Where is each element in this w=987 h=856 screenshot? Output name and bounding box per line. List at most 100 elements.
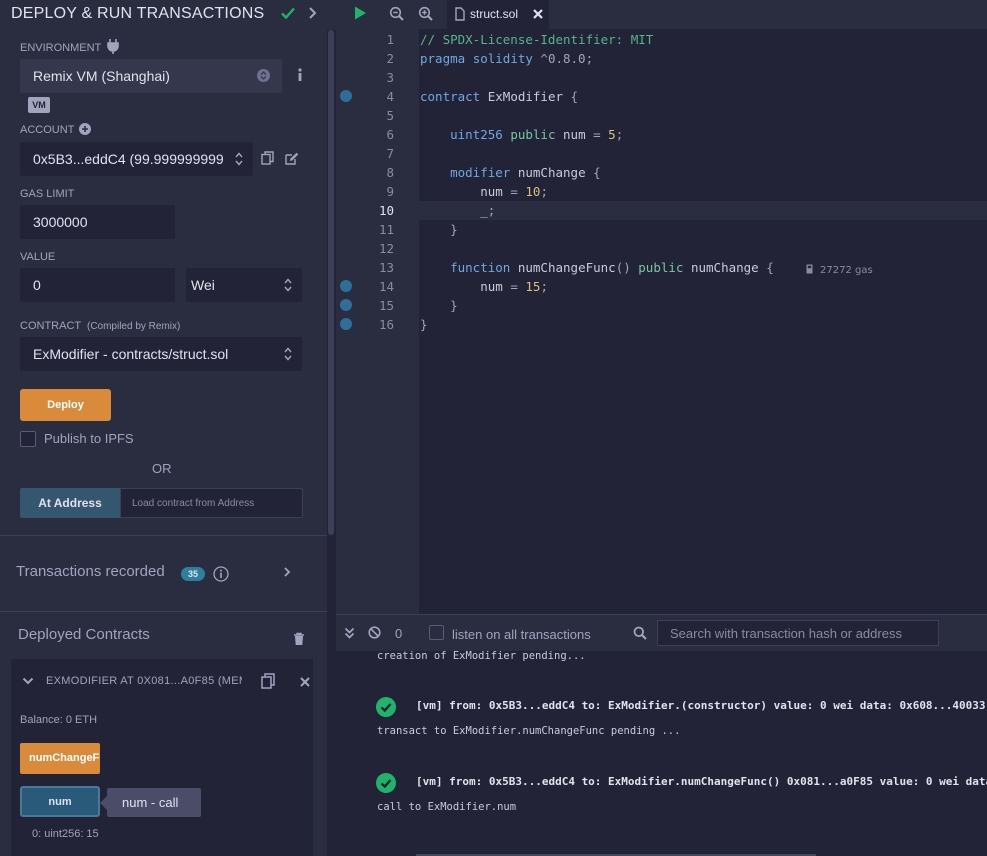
code-line[interactable]: 12	[336, 239, 987, 258]
code-line[interactable]: 6 uint256 public num = 5;	[336, 125, 987, 144]
clear-ban-icon[interactable]	[368, 626, 381, 639]
code-line[interactable]: 16}	[336, 315, 987, 334]
plus-circle-icon[interactable]	[79, 123, 91, 135]
gas-limit-label: GAS LIMIT	[20, 188, 75, 200]
divider	[0, 535, 327, 536]
value-label: VALUE	[20, 251, 56, 263]
transactions-recorded-label[interactable]: Transactions recorded	[16, 563, 165, 580]
environment-select[interactable]: Remix VM (Shanghai)	[20, 59, 282, 93]
terminal-tx-row[interactable]: [vm] from: 0x5B3...eddC4 to: ExModifier.…	[416, 775, 987, 788]
contract-select[interactable]: ExModifier - contracts/struct.sol	[20, 337, 302, 371]
chevron-right-icon[interactable]	[305, 6, 319, 20]
numchangefunc-button[interactable]: numChangeFunc	[20, 743, 100, 774]
line-number: 16	[378, 317, 394, 332]
line-number: 4	[386, 89, 394, 104]
code-text: uint256 public num = 5;	[450, 127, 624, 142]
or-separator: OR	[152, 461, 172, 476]
code-text: }	[420, 317, 428, 332]
line-number: 12	[378, 241, 394, 256]
info-circle-icon[interactable]	[213, 566, 229, 582]
close-icon[interactable]	[532, 8, 544, 20]
copy-icon[interactable]	[261, 673, 275, 689]
tx-summary: [vm] from: 0x5B3...eddC4 to: ExModifier.…	[416, 775, 987, 788]
code-line[interactable]: 5	[336, 106, 987, 125]
line-number: 5	[386, 108, 394, 123]
plug-icon	[107, 39, 119, 54]
line-number: 13	[378, 260, 394, 275]
at-address-button[interactable]: At Address	[20, 488, 120, 518]
code-text: }	[420, 222, 458, 237]
code-line[interactable]: 7	[336, 144, 987, 163]
value-input[interactable]: 0	[20, 268, 175, 302]
line-number: 10	[378, 203, 394, 218]
line-number: 11	[378, 222, 394, 237]
publish-ipfs-checkbox[interactable]	[20, 431, 36, 447]
code-line[interactable]: 11 }	[336, 220, 987, 239]
line-number: 8	[386, 165, 394, 180]
code-text: num = 15;	[480, 279, 548, 294]
info-icon[interactable]	[296, 67, 304, 83]
panel-header: DEPLOY & RUN TRANSACTIONS	[0, 0, 336, 30]
terminal-tx-row-partial	[416, 849, 987, 856]
code-line[interactable]: 9 num = 10;	[336, 182, 987, 201]
terminal-log-line: creation of ExModifier pending...	[377, 650, 586, 662]
line-number: 14	[378, 279, 394, 294]
terminal-search-input[interactable]: Search with transaction hash or address	[657, 620, 939, 646]
scrollbar-thumb[interactable]	[328, 30, 334, 535]
code-line[interactable]: 2 pragma solidity ^0.8.0;	[336, 49, 987, 68]
account-select[interactable]: 0x5B3...eddC4 (99.999999999	[20, 142, 253, 176]
terminal-panel: 0 listen on all transactions Search with…	[336, 614, 987, 856]
code-text: }	[420, 298, 458, 313]
code-editor[interactable]: 1 // SPDX-License-Identifier: MIT 2 pragma …	[336, 29, 987, 614]
select-arrows-icon	[235, 152, 243, 166]
deploy-button[interactable]: Deploy	[20, 389, 111, 421]
chevrons-down-icon[interactable]	[344, 627, 355, 639]
code-line[interactable]: 3	[336, 68, 987, 87]
zoom-out-icon[interactable]	[389, 6, 405, 22]
copy-icon[interactable]	[261, 151, 274, 165]
load-address-input[interactable]: Load contract from Address	[120, 488, 303, 518]
code-text: contract ExModifier {	[420, 89, 579, 104]
code-line[interactable]: 1 // SPDX-License-Identifier: MIT	[336, 30, 987, 49]
terminal-log-line: transact to ExModifier.numChangeFunc pen…	[377, 725, 681, 737]
code-line[interactable]: 10 _;	[336, 201, 987, 220]
vm-badge: VM	[28, 97, 50, 113]
close-icon[interactable]	[300, 677, 310, 687]
deployed-contract-instance: EXMODIFIER AT 0X081...A0F85 (MEM Balance…	[11, 659, 313, 856]
zoom-in-icon[interactable]	[418, 6, 434, 22]
environment-label: ENVIRONMENT	[20, 42, 102, 54]
line-number: 15	[378, 298, 394, 313]
chevron-right-icon[interactable]	[282, 566, 292, 578]
code-line[interactable]: 8 modifier numChange {	[336, 163, 987, 182]
code-line[interactable]: 14 num = 15;	[336, 277, 987, 296]
num-call-tooltip: num - call	[107, 788, 201, 817]
num-call-button[interactable]: num	[20, 786, 100, 817]
terminal-tx-row[interactable]: [vm] from: 0x5B3...eddC4 to: ExModifier.…	[416, 699, 987, 712]
listen-all-checkbox[interactable]	[429, 625, 444, 640]
tab-label: struct.sol	[470, 7, 519, 21]
code-line[interactable]: 13 function numChangeFunc() public numCh…	[336, 258, 987, 277]
account-label: ACCOUNT	[20, 124, 75, 136]
check-icon[interactable]	[280, 5, 296, 21]
chevron-down-icon[interactable]	[22, 676, 34, 686]
tab-struct-sol[interactable]: struct.sol	[447, 0, 549, 29]
code-text: function numChangeFunc() public numChang…	[450, 260, 774, 275]
tooltip-arrow	[100, 796, 107, 810]
terminal-log-line: call to ExModifier.num	[377, 801, 517, 813]
code-line[interactable]: 15 }	[336, 296, 987, 315]
line-number: 6	[386, 127, 394, 142]
trash-icon[interactable]	[293, 632, 305, 646]
contract-instance-name: EXMODIFIER AT 0X081...A0F85 (MEM	[46, 675, 242, 687]
divider	[0, 611, 327, 612]
code-text: modifier numChange {	[450, 165, 601, 180]
line-number: 2	[386, 51, 394, 66]
terminal-toolbar: 0 listen on all transactions Search with…	[336, 615, 987, 651]
edit-icon[interactable]	[285, 152, 299, 165]
num-call-result: 0: uint256: 15	[32, 828, 99, 840]
code-line[interactable]: 4 contract ExModifier {	[336, 87, 987, 106]
gas-limit-input[interactable]: 3000000	[20, 205, 175, 239]
pending-tx-count: 0	[395, 626, 403, 641]
run-play-icon[interactable]	[352, 5, 368, 21]
editor-area: struct.sol 1 // SPDX-License-Identifier: …	[336, 0, 987, 856]
value-unit-select[interactable]: Wei	[186, 268, 302, 302]
